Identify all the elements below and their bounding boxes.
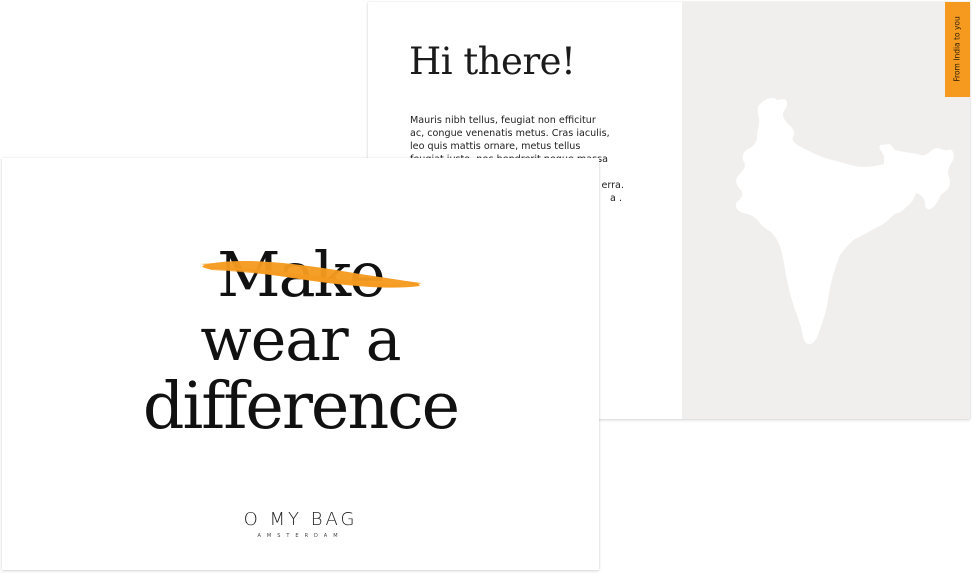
greeting-title: Hi there! [409,40,576,83]
logo-wordmark: O MY BAG [243,509,358,530]
body-line: Mauris nibh tellus, feugiat non efficitu… [410,115,596,126]
body-line: leo quis mattis ornare, metus tellus [410,141,581,152]
brand-logo: O MY BAG AMSTERDAM [2,509,599,540]
body-line: ac, congue venenatis metus. Cras iaculis… [410,128,610,139]
headline-line-2: wear a [200,305,401,375]
brush-stroke-icon [200,261,422,288]
tab-label: From India to you [952,16,962,82]
front-card: Make wear a difference O MY BAG AMSTERDA… [2,158,599,570]
logo-city: AMSTERDAM [257,533,344,539]
from-india-tab: From India to you [945,2,970,97]
india-map-icon [735,97,954,345]
headline-line-3: difference [142,369,460,444]
